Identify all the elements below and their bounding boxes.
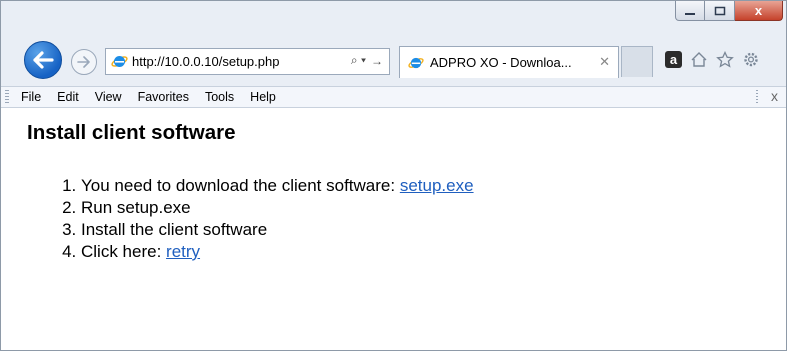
step-text: Run setup.exe	[81, 198, 191, 217]
amazon-icon[interactable]: a	[665, 51, 682, 68]
page-content: Install client software You need to down…	[1, 109, 786, 350]
menu-view[interactable]: View	[87, 90, 130, 104]
page-title: Install client software	[27, 121, 236, 144]
menu-file[interactable]: File	[13, 90, 49, 104]
gear-icon[interactable]	[742, 51, 760, 68]
step-text: You need to download the client software…	[81, 176, 400, 195]
tab-adpro[interactable]: ADPRO XO - Downloa... ✕	[399, 46, 619, 78]
favorites-star-icon[interactable]	[716, 51, 734, 68]
list-item-download: You need to download the client software…	[81, 175, 474, 197]
browser-window: x http://10.0.0.10/setup.php ⌕ ▾ → ADPRO…	[0, 0, 787, 351]
install-steps-list: You need to download the client software…	[43, 175, 474, 263]
back-button[interactable]	[24, 41, 62, 79]
back-arrow-icon	[33, 51, 54, 69]
menu-tools[interactable]: Tools	[197, 90, 242, 104]
maximize-button[interactable]	[705, 1, 735, 21]
forward-button[interactable]	[71, 49, 97, 75]
maximize-icon	[714, 6, 725, 15]
close-icon: x	[754, 3, 763, 18]
step-text: Click here:	[81, 242, 167, 261]
menu-help[interactable]: Help	[242, 90, 284, 104]
minimize-icon	[685, 12, 695, 15]
menu-bar: File Edit View Favorites Tools Help x	[1, 86, 786, 108]
step-text: Install the client software	[81, 220, 268, 239]
menu-bar-close-icon[interactable]: x	[771, 88, 778, 104]
title-bar: x	[1, 1, 786, 39]
menu-favorites[interactable]: Favorites	[130, 90, 197, 104]
ie-tab-icon	[408, 57, 424, 68]
address-url: http://10.0.0.10/setup.php	[132, 54, 280, 69]
list-item-run: Run setup.exe	[81, 197, 474, 219]
window-controls: x	[675, 1, 783, 23]
browser-chrome: x http://10.0.0.10/setup.php ⌕ ▾ → ADPRO…	[1, 1, 786, 86]
search-dropdown-icon[interactable]: ⌕ ▾	[351, 53, 366, 68]
setup-exe-link[interactable]: setup.exe	[400, 176, 474, 195]
menu-grip-right	[756, 90, 758, 104]
ie-logo-icon	[111, 56, 128, 67]
menu-edit[interactable]: Edit	[49, 90, 87, 104]
list-item-retry: Click here: retry	[81, 241, 474, 263]
tab-close-icon[interactable]: ✕	[599, 54, 610, 70]
new-tab-button[interactable]	[621, 46, 653, 77]
list-item-install: Install the client software	[81, 219, 474, 241]
forward-arrow-icon	[77, 56, 90, 68]
go-arrow-icon[interactable]: →	[371, 54, 383, 68]
menu-grip	[5, 90, 9, 104]
minimize-button[interactable]	[675, 1, 705, 21]
close-button[interactable]: x	[735, 1, 783, 21]
retry-link[interactable]: retry	[166, 242, 200, 261]
address-bar[interactable]: http://10.0.0.10/setup.php ⌕ ▾ →	[105, 48, 390, 75]
home-icon[interactable]	[690, 51, 708, 68]
tab-title: ADPRO XO - Downloa...	[430, 55, 572, 70]
